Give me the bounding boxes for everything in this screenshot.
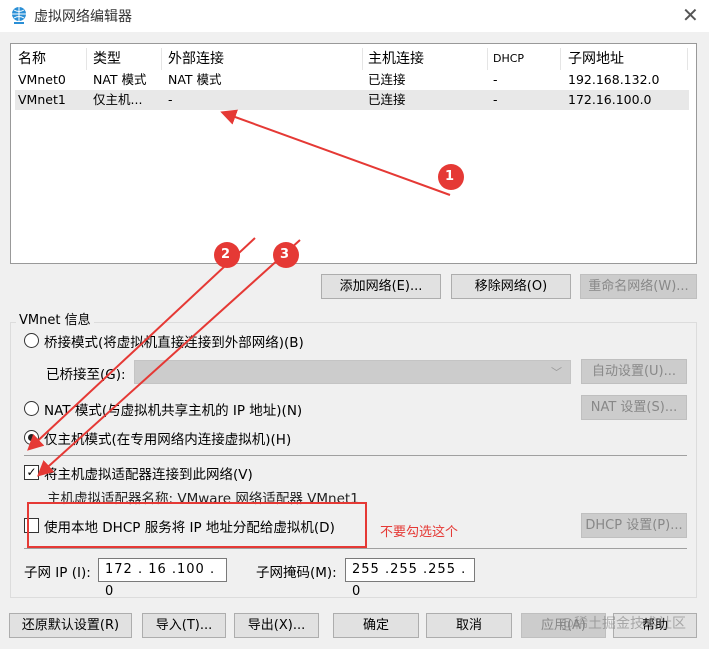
globe-network-icon: [12, 7, 26, 24]
nat-settings-button: NAT 设置(S)...: [581, 395, 687, 420]
rename-network-button: 重命名网络(W)...: [580, 274, 697, 299]
import-button[interactable]: 导入(T)...: [142, 613, 226, 638]
column-header-dhcp[interactable]: DHCP: [493, 48, 524, 70]
host-only-mode-radio[interactable]: [24, 430, 39, 445]
cell-subnet: 172.16.100.0: [568, 92, 652, 107]
table-row[interactable]: VMnet1 仅主机... - 已连接 - 172.16.100.0: [15, 90, 689, 110]
cancel-button[interactable]: 取消: [426, 613, 512, 638]
bridge-mode-radio[interactable]: [24, 333, 39, 348]
cell-external: -: [168, 92, 173, 107]
auto-settings-button: 自动设置(U)...: [581, 359, 687, 384]
host-only-mode-label[interactable]: 仅主机模式(在专用网络内连接虚拟机)(H): [44, 428, 291, 448]
bridge-mode-label[interactable]: 桥接模式(将虚拟机直接连接到外部网络)(B): [44, 331, 304, 351]
marker-2-label: 2: [221, 247, 231, 262]
column-header-type[interactable]: 类型: [93, 48, 121, 70]
connect-adapter-label[interactable]: 将主机虚拟适配器连接到此网络(V): [44, 463, 253, 483]
remove-network-button[interactable]: 移除网络(O): [451, 274, 571, 299]
close-icon[interactable]: ✕: [682, 3, 699, 27]
restore-defaults-button[interactable]: 还原默认设置(R): [9, 613, 132, 638]
export-button[interactable]: 导出(X)...: [234, 613, 319, 638]
table-row[interactable]: VMnet0 NAT 模式 NAT 模式 已连接 - 192.168.132.0: [15, 70, 689, 90]
annotation-note: 不要勾选这个: [380, 525, 459, 540]
marker-3-label: 3: [280, 247, 290, 262]
cell-type: NAT 模式: [93, 72, 147, 87]
add-network-button[interactable]: 添加网络(E)...: [321, 274, 441, 299]
cell-external: NAT 模式: [168, 72, 222, 87]
subnet-ip-label: 子网 IP (I):: [24, 565, 91, 581]
cell-type: 仅主机...: [93, 92, 143, 107]
group-label: VMnet 信息: [16, 309, 94, 328]
dhcp-settings-button: DHCP 设置(P)...: [581, 513, 687, 538]
subnet-mask-label: 子网掩码(M):: [256, 565, 337, 581]
watermark: @稀土掘金技术社区: [560, 616, 686, 632]
column-header-name[interactable]: 名称: [18, 48, 46, 70]
column-header-host[interactable]: 主机连接: [368, 48, 424, 70]
window-title: 虚拟网络编辑器: [34, 9, 132, 25]
cell-subnet: 192.168.132.0: [568, 72, 660, 87]
cell-dhcp: -: [493, 72, 498, 87]
marker-1-label: 1: [445, 169, 455, 184]
divider: [24, 548, 687, 549]
cell-dhcp: -: [493, 92, 498, 107]
highlight-box: [27, 502, 367, 548]
subnet-mask-input[interactable]: 255 .255 .255 . 0: [345, 558, 475, 599]
chevron-down-icon: ﹀: [551, 366, 562, 379]
network-list[interactable]: 名称 类型 外部连接 主机连接 DHCP 子网地址 VMnet0 NAT 模式 …: [10, 43, 697, 264]
nat-mode-radio[interactable]: [24, 401, 39, 416]
cell-name: VMnet1: [18, 92, 66, 107]
divider: [24, 455, 687, 456]
bridged-to-label: 已桥接至(G):: [46, 367, 126, 383]
ok-button[interactable]: 确定: [333, 613, 419, 638]
connect-adapter-checkbox[interactable]: ✓: [24, 465, 39, 480]
bridged-to-select: ﹀: [134, 360, 571, 384]
column-header-external[interactable]: 外部连接: [168, 48, 224, 70]
column-header-subnet[interactable]: 子网地址: [568, 48, 624, 70]
cell-host: 已连接: [368, 92, 406, 107]
cell-name: VMnet0: [18, 72, 66, 87]
subnet-ip-input[interactable]: 172 . 16 .100 . 0: [98, 558, 227, 599]
cell-host: 已连接: [368, 72, 406, 87]
nat-mode-label[interactable]: NAT 模式(与虚拟机共享主机的 IP 地址)(N): [44, 399, 302, 419]
